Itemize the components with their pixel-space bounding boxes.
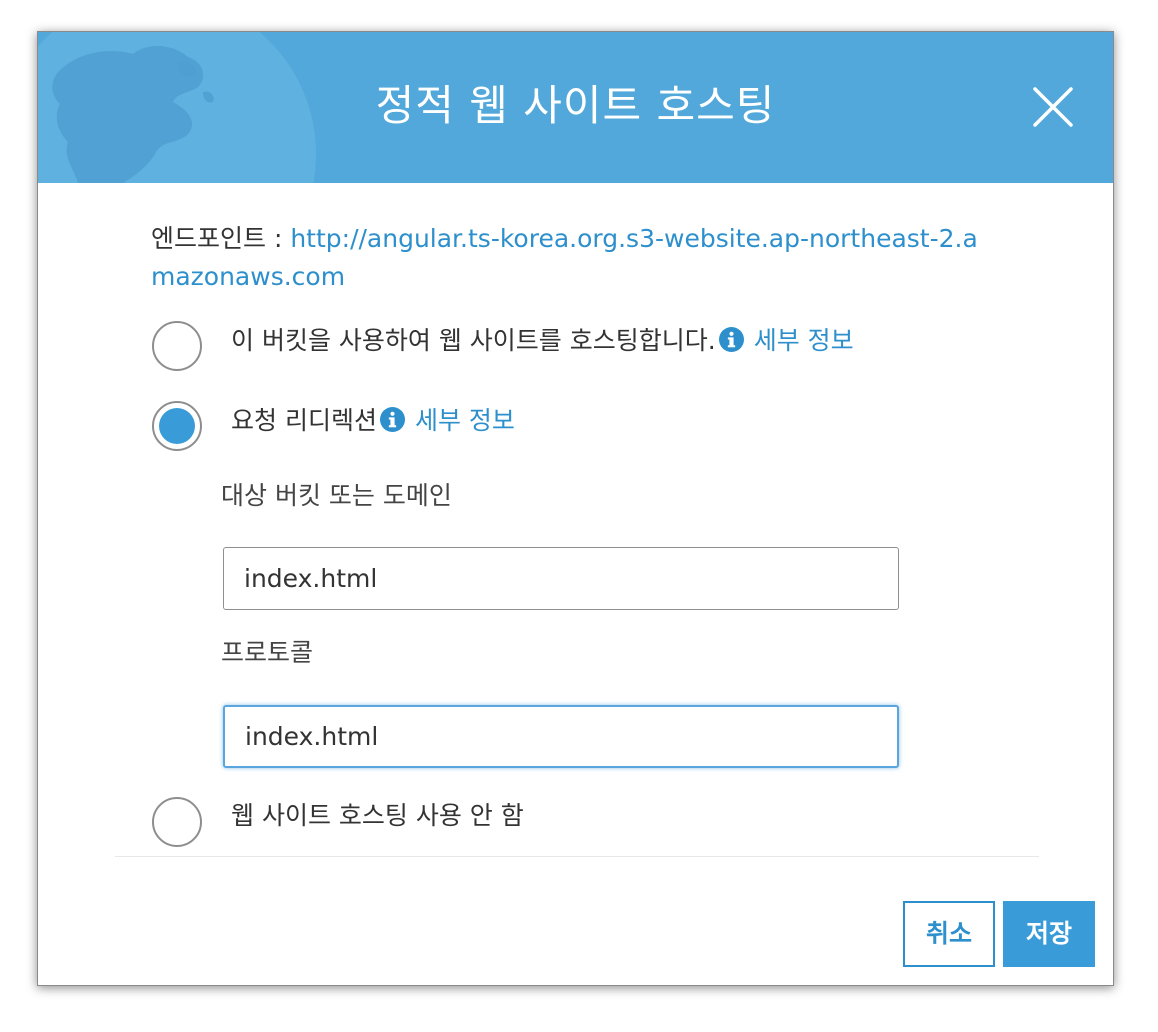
close-icon[interactable] (1031, 85, 1075, 129)
save-button[interactable]: 저장 (1003, 901, 1095, 967)
radio-disable-hosting[interactable] (152, 797, 202, 847)
option-host-website-label: 이 버킷을 사용하여 웹 사이트를 호스팅합니다. (231, 326, 716, 355)
option-redirect-requests: 요청 리디렉션 세부 정보 (231, 404, 515, 438)
endpoint-label: 엔드포인트 : (151, 224, 291, 253)
option-host-website: 이 버킷을 사용하여 웹 사이트를 호스팅합니다. 세부 정보 (231, 324, 854, 358)
protocol-input[interactable] (223, 705, 899, 768)
option-host-website-more-link[interactable]: 세부 정보 (754, 326, 854, 355)
info-icon[interactable] (718, 327, 744, 352)
radio-host-website[interactable] (152, 321, 202, 371)
info-icon[interactable] (379, 407, 405, 432)
radio-redirect-requests[interactable] (152, 401, 202, 451)
endpoint-text: 엔드포인트 : http://angular.ts-korea.org.s3-w… (151, 220, 981, 296)
option-redirect-label: 요청 리디렉션 (231, 406, 377, 435)
cancel-button[interactable]: 취소 (903, 901, 995, 967)
target-bucket-label: 대상 버킷 또는 도메인 (221, 481, 452, 510)
dialog-header: 정적 웹 사이트 호스팅 (38, 32, 1113, 183)
dialog-title: 정적 웹 사이트 호스팅 (375, 81, 776, 130)
option-disable-hosting-label: 웹 사이트 호스팅 사용 안 함 (231, 801, 524, 830)
option-redirect-more-link[interactable]: 세부 정보 (415, 406, 515, 435)
target-bucket-input[interactable] (223, 547, 899, 610)
footer-divider (115, 856, 1039, 857)
static-website-hosting-dialog: 정적 웹 사이트 호스팅 엔드포인트 : http://angular.ts-k… (37, 31, 1114, 986)
protocol-label: 프로토콜 (221, 638, 314, 667)
